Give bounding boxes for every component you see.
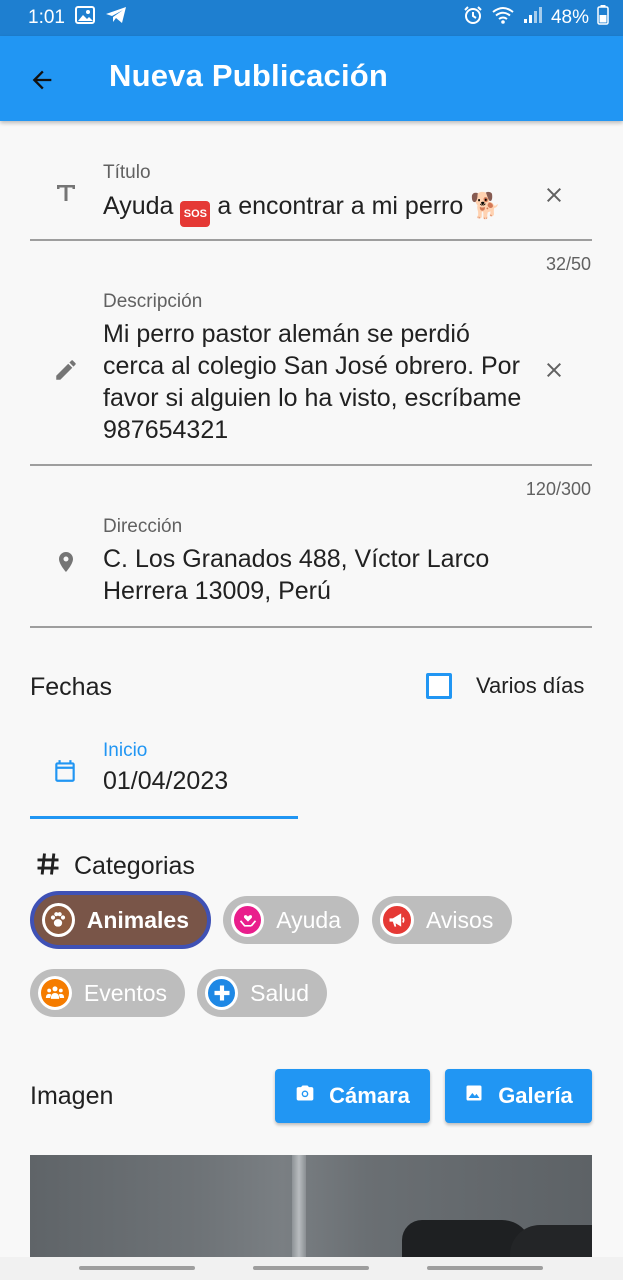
image-section-title: Imagen — [30, 1082, 114, 1110]
categories-header: Categorias — [34, 850, 195, 883]
start-date-value: 01/04/2023 — [103, 767, 229, 795]
description-label: Descripción — [103, 291, 203, 312]
multi-day-label: Varios días — [476, 673, 585, 698]
hashtag-icon — [34, 850, 62, 883]
calendar-icon — [52, 758, 78, 789]
close-icon — [547, 363, 561, 377]
nav-home-button[interactable] — [253, 1266, 369, 1270]
category-chip-eventos[interactable]: Eventos — [30, 969, 185, 1017]
address-label: Dirección — [103, 516, 183, 537]
address-input[interactable]: C. Los Granados 488, Víctor Larco Herrer… — [103, 543, 543, 607]
gallery-button-label: Galería — [498, 1083, 573, 1108]
clear-description-button[interactable] — [536, 352, 572, 388]
sos-emoji: SOS — [180, 201, 211, 227]
camera-icon — [295, 1083, 315, 1109]
text-icon — [50, 177, 82, 209]
camera-button[interactable]: Cámara — [275, 1069, 430, 1123]
camera-button-label: Cámara — [329, 1083, 410, 1108]
page-title: Nueva Publicación — [109, 58, 389, 93]
megaphone-icon — [380, 903, 414, 937]
people-icon — [38, 976, 72, 1010]
description-field[interactable]: Descripción Mi perro pastor alemán se pe… — [30, 280, 592, 466]
categories-title: Categorias — [74, 852, 195, 880]
alarm-icon — [463, 5, 483, 31]
pencil-icon — [50, 354, 82, 386]
telegram-icon — [105, 6, 127, 30]
image-preview — [30, 1155, 592, 1265]
title-counter: 32/50 — [545, 254, 591, 274]
nav-back-button[interactable] — [79, 1266, 195, 1270]
category-label: Salud — [250, 979, 309, 1006]
category-label: Avisos — [426, 906, 494, 933]
start-date-field[interactable]: Inicio 01/04/2023 — [30, 731, 298, 819]
signal-icon — [523, 6, 543, 30]
health-cross-icon — [205, 976, 239, 1010]
app-bar: Nueva Publicación — [0, 36, 623, 121]
category-label: Ayuda — [276, 906, 341, 933]
description-counter: 120/300 — [525, 479, 591, 499]
battery-icon — [597, 5, 609, 31]
help-hands-icon — [231, 903, 265, 937]
start-date-label: Inicio — [103, 740, 148, 761]
wifi-icon — [491, 6, 515, 30]
status-bar: 1:01 48% — [0, 0, 623, 36]
category-chip-avisos[interactable]: Avisos — [372, 896, 512, 944]
category-label: Animales — [86, 906, 189, 933]
title-text-suffix: a encontrar a mi perro 🐕 — [217, 192, 502, 220]
close-icon — [547, 188, 561, 202]
system-nav-bar — [0, 1257, 623, 1280]
category-chip-animales[interactable]: Animales — [30, 891, 211, 949]
battery-percent: 48% — [550, 7, 589, 28]
image-icon — [74, 6, 95, 30]
back-button[interactable] — [22, 60, 62, 100]
address-field[interactable]: Dirección C. Los Granados 488, Víctor La… — [30, 505, 592, 628]
nav-recents-button[interactable] — [427, 1266, 543, 1270]
status-time: 1:01 — [28, 7, 65, 28]
title-input[interactable]: Ayuda SOS a encontrar a mi perro 🐕 — [103, 190, 533, 227]
category-chip-salud[interactable]: Salud — [197, 969, 327, 1017]
gallery-button[interactable]: Galería — [445, 1069, 592, 1123]
description-input[interactable]: Mi perro pastor alemán se perdió cerca a… — [103, 318, 523, 446]
gallery-icon — [464, 1083, 484, 1109]
title-label: Título — [103, 162, 151, 183]
clear-title-button[interactable] — [536, 177, 572, 213]
arrow-back-icon — [32, 70, 52, 90]
multi-day-checkbox[interactable] — [426, 673, 452, 699]
dates-section-title: Fechas — [30, 673, 112, 701]
paw-icon — [42, 903, 75, 937]
location-pin-icon — [50, 546, 82, 578]
category-chip-ayuda[interactable]: Ayuda — [223, 896, 359, 944]
category-label: Eventos — [83, 979, 167, 1006]
title-field[interactable]: Título Ayuda SOS a encontrar a mi perro … — [30, 150, 592, 241]
title-text-prefix: Ayuda — [103, 192, 174, 220]
